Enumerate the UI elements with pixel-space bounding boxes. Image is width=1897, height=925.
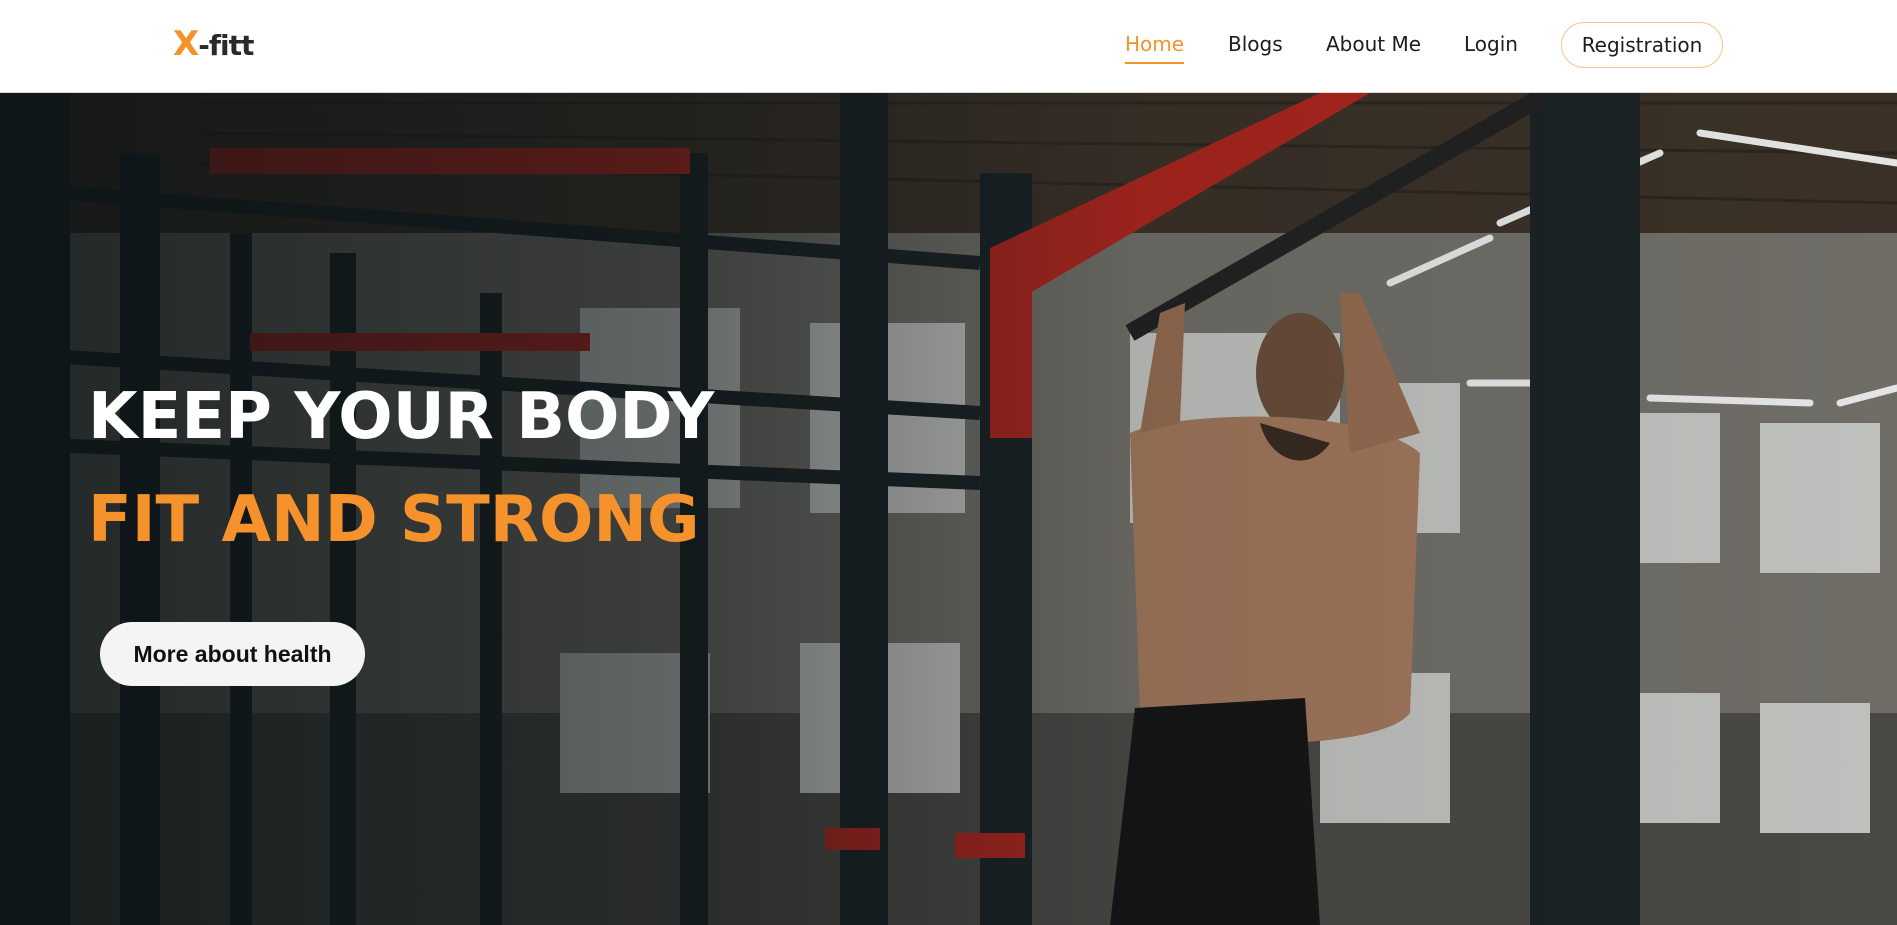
brand-logo[interactable]: X -fitt <box>173 24 254 64</box>
logo-x: X <box>173 24 199 64</box>
logo-text: -fitt <box>198 29 254 62</box>
hero-title-line1: KEEP YOUR BODY <box>88 380 715 454</box>
nav-blogs-link[interactable]: Blogs <box>1228 32 1283 56</box>
nav-about-link[interactable]: About Me <box>1326 32 1421 56</box>
registration-button[interactable]: Registration <box>1561 22 1723 68</box>
hero-section: KEEP YOUR BODY FIT AND STRONG More about… <box>0 93 1897 925</box>
hero-title-line2: FIT AND STRONG <box>88 483 700 557</box>
top-navbar: X -fitt Home Blogs About Me Login Regist… <box>0 0 1897 93</box>
more-about-health-button[interactable]: More about health <box>100 622 365 686</box>
nav-home-link[interactable]: Home <box>1125 32 1185 64</box>
nav-login-link[interactable]: Login <box>1464 32 1518 56</box>
